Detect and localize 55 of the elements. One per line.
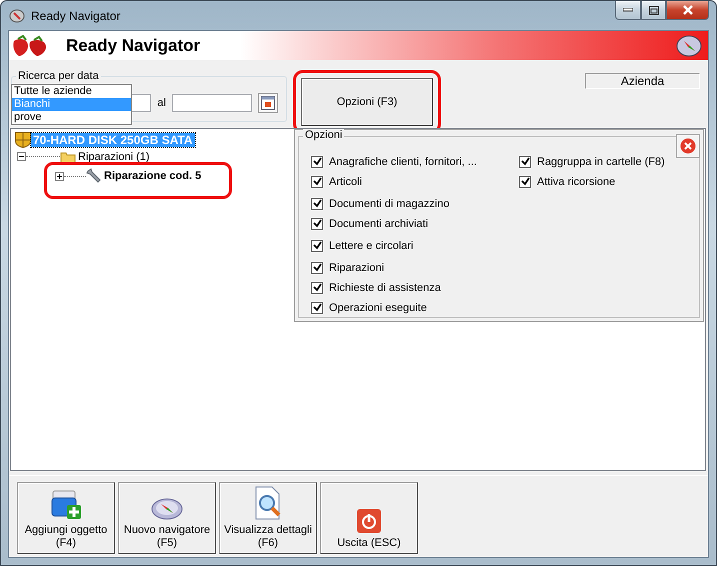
checkbox[interactable] [311,176,323,188]
calendar-button[interactable] [258,93,278,113]
collapse-icon[interactable] [17,152,26,161]
toolbar-button[interactable]: Nuovo navigatore (F5) [118,482,216,554]
checkbox[interactable] [311,262,323,274]
strawberries-icon [12,34,48,56]
close-icon [682,5,692,15]
minimize-button[interactable] [615,1,641,20]
magnifier-document-icon [253,486,283,520]
checkbox[interactable] [519,156,531,168]
maximize-icon [648,6,658,14]
checkbox[interactable] [311,218,323,230]
option-label: Documenti archiviati [329,218,428,230]
close-panel-button[interactable] [676,134,700,158]
panel-title: Opzioni [303,129,344,141]
compass-icon[interactable] [676,34,702,56]
option-label: Raggruppa in cartelle (F8) [537,156,665,168]
option-label: Lettere e circolari [329,240,414,252]
company-label: Azienda [585,73,700,89]
add-item-icon [50,488,82,520]
tree-item[interactable]: Riparazione cod. 5 [102,170,204,182]
minimize-icon [623,8,633,12]
option-label: Richieste di assistenza [329,282,441,294]
option-label: Anagrafiche clienti, fornitori, ... [329,156,477,168]
option-label: Riparazioni [329,262,384,274]
checkbox[interactable] [311,240,323,252]
date-to-field[interactable] [172,94,252,112]
group-label: Ricerca per data [16,70,101,82]
wrench-icon [86,168,102,184]
compass-icon [151,498,183,520]
checkbox[interactable] [311,302,323,314]
toolbar-button[interactable]: Visualizza dettagli (F6) [219,482,317,554]
shield-icon [15,132,31,148]
toolbar-button[interactable]: Uscita (ESC) [320,482,418,554]
power-icon [357,509,381,533]
option-label: Attiva ricorsione [537,176,616,188]
close-icon [680,138,696,154]
expand-icon[interactable] [55,172,64,180]
maximize-button[interactable] [641,1,666,20]
option-label: Documenti di magazzino [329,198,450,210]
window-title: Ready Navigator [31,8,122,22]
tree-item[interactable]: Riparazioni (1) [76,150,152,162]
checkbox[interactable] [311,156,323,168]
toolbar-button[interactable]: Aggiungi oggetto (F4) [17,482,115,554]
checkbox[interactable] [311,198,323,210]
calendar-icon [261,96,276,110]
option-label: Articoli [329,176,362,188]
checkbox[interactable] [519,176,531,188]
app-title: Ready Navigator [66,36,202,56]
option-label: Operazioni eseguite [329,302,427,314]
between-label: al [157,97,166,109]
compass-icon [9,8,25,22]
options-button[interactable]: Opzioni (F3) [301,78,433,126]
close-button[interactable] [666,1,709,20]
checkbox[interactable] [311,282,323,294]
